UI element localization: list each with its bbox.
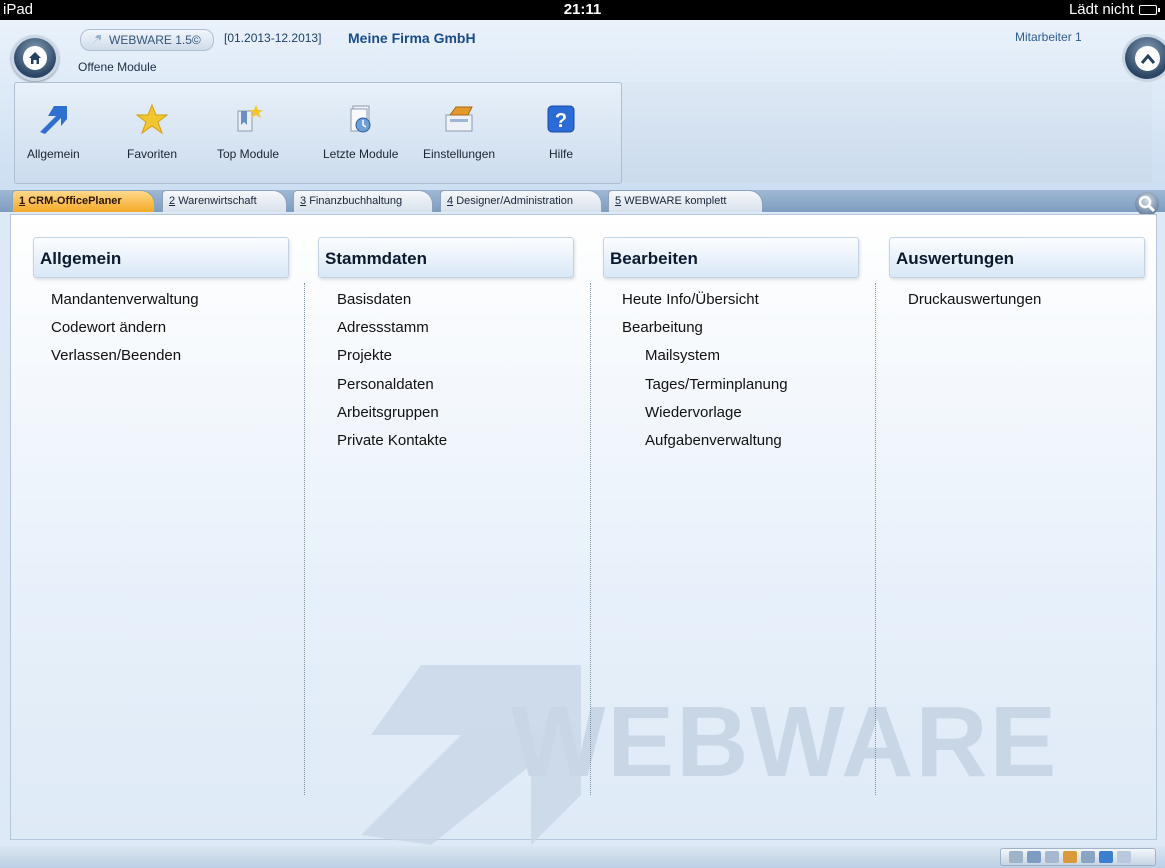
tab-warenwirtschaft[interactable]: 2 Warenwirtschaft	[162, 190, 287, 212]
tray-users-icon[interactable]	[1063, 851, 1077, 863]
chevron-up-icon	[1135, 46, 1160, 71]
clock: 21:11	[563, 1, 602, 18]
bookmark-icon	[228, 101, 268, 137]
tray-window-icon[interactable]	[1099, 851, 1113, 863]
toolbar-letzte-module-button[interactable]: Letzte Module	[323, 101, 398, 161]
toolbar-label: Hilfe	[548, 147, 573, 161]
tray-grid-icon[interactable]	[1117, 851, 1131, 863]
menu-item-projekte[interactable]: Projekte	[337, 347, 392, 364]
column-header-stammdaten: Stammdaten	[318, 237, 574, 278]
menu-item-mailsystem[interactable]: Mailsystem	[645, 347, 720, 364]
settings-icon	[439, 101, 479, 137]
column-divider	[304, 283, 305, 795]
app-version: WEBWARE 1.5©	[109, 33, 201, 47]
menu-item-tages-terminplanung[interactable]: Tages/Terminplanung	[645, 376, 788, 393]
system-tray	[1000, 848, 1156, 866]
menu-item-wiedervorlage[interactable]: Wiedervorlage	[645, 404, 742, 421]
watermark-text: WEBWARE	[511, 686, 1059, 798]
tab-crm-officeplaner[interactable]: 1 CRM-OfficePlaner	[12, 190, 155, 212]
collapse-button[interactable]	[1122, 34, 1165, 82]
column-header-allgemein: Allgemein	[33, 237, 289, 278]
ipad-status-bar: iPad 21:11 Lädt nicht	[0, 0, 1165, 20]
recent-icon	[341, 101, 381, 137]
home-icon	[23, 46, 47, 70]
toolbar-empty-area	[622, 82, 1152, 182]
menu-item-personaldaten[interactable]: Personaldaten	[337, 376, 434, 393]
menu-item-mandantenverwaltung[interactable]: Mandantenverwaltung	[51, 291, 199, 308]
menu-item-codewort-aendern[interactable]: Codewort ändern	[51, 319, 166, 336]
app-version-pill: WEBWARE 1.5©	[80, 29, 214, 51]
open-modules-label[interactable]: Offene Module	[78, 60, 157, 74]
toolbar-hilfe-button[interactable]: ? Hilfe	[541, 101, 581, 161]
menu-item-druckauswertungen[interactable]: Druckauswertungen	[908, 291, 1041, 308]
module-overview: WEBWARE Allgemein Stammdaten Bearbeiten …	[10, 214, 1157, 845]
period-range[interactable]: [01.2013-12.2013]	[224, 31, 321, 45]
toolbar-label: Favoriten	[127, 147, 178, 161]
app-header: WEBWARE 1.5© [01.2013-12.2013] Meine Fir…	[0, 20, 1165, 210]
tab-finanzbuchhaltung[interactable]: 3 Finanzbuchhaltung	[293, 190, 433, 212]
tab-designer-administration[interactable]: 4 Designer/Administration	[440, 190, 602, 212]
toolbar-label: Einstellungen	[423, 147, 496, 161]
battery-text: Lädt nicht	[1068, 1, 1134, 18]
battery-status: Lädt nicht	[1068, 1, 1160, 18]
tray-shelf-icon[interactable]	[1009, 851, 1023, 863]
bottom-bar	[0, 846, 1165, 868]
module-tab-strip: 1 CRM-OfficePlaner 2 Warenwirtschaft 3 F…	[0, 190, 1165, 212]
menu-item-aufgabenverwaltung[interactable]: Aufgabenverwaltung	[645, 432, 782, 449]
menu-item-basisdaten[interactable]: Basisdaten	[337, 291, 411, 308]
column-divider	[590, 283, 591, 795]
help-icon: ?	[541, 101, 581, 137]
webware-logo-icon	[89, 33, 103, 53]
toolbar-allgemein-button[interactable]: Allgemein	[27, 101, 80, 161]
toolbar-label: Top Module	[217, 147, 280, 161]
menu-item-adressstamm[interactable]: Adressstamm	[337, 319, 429, 336]
tray-tools-icon[interactable]	[1027, 851, 1041, 863]
svg-text:?: ?	[555, 110, 567, 132]
menu-item-verlassen-beenden[interactable]: Verlassen/Beenden	[51, 347, 181, 364]
search-icon	[1138, 195, 1156, 213]
tab-webware-komplett[interactable]: 5 WEBWARE komplett	[608, 190, 763, 212]
toolbar-einstellungen-button[interactable]: Einstellungen	[423, 101, 495, 161]
menu-item-heute-info[interactable]: Heute Info/Übersicht	[622, 291, 759, 308]
toolbar-favoriten-button[interactable]: Favoriten	[127, 101, 177, 161]
menu-item-arbeitsgruppen[interactable]: Arbeitsgruppen	[337, 404, 439, 421]
company-name[interactable]: Meine Firma GmbH	[348, 30, 476, 46]
menu-item-private-kontakte[interactable]: Private Kontakte	[337, 432, 447, 449]
home-button[interactable]	[11, 35, 59, 81]
module-toolbar: Allgemein Favoriten Top Module Letzte Mo…	[14, 82, 622, 184]
menu-item-bearbeitung[interactable]: Bearbeitung	[622, 319, 703, 336]
tray-network-icon[interactable]	[1081, 851, 1095, 863]
toolbar-label: Allgemein	[27, 147, 80, 161]
column-header-bearbeiten: Bearbeiten	[603, 237, 859, 278]
column-header-auswertungen: Auswertungen	[889, 237, 1145, 278]
toolbar-label: Letzte Module	[323, 147, 399, 161]
employee-name[interactable]: Mitarbeiter 1	[1015, 30, 1082, 44]
battery-icon	[1139, 4, 1160, 15]
search-button[interactable]	[1135, 192, 1159, 216]
star-icon	[132, 101, 172, 137]
tray-document-icon[interactable]	[1045, 851, 1059, 863]
column-divider	[875, 283, 876, 795]
arrow-icon	[33, 101, 73, 137]
toolbar-top-module-button[interactable]: Top Module	[217, 101, 279, 161]
